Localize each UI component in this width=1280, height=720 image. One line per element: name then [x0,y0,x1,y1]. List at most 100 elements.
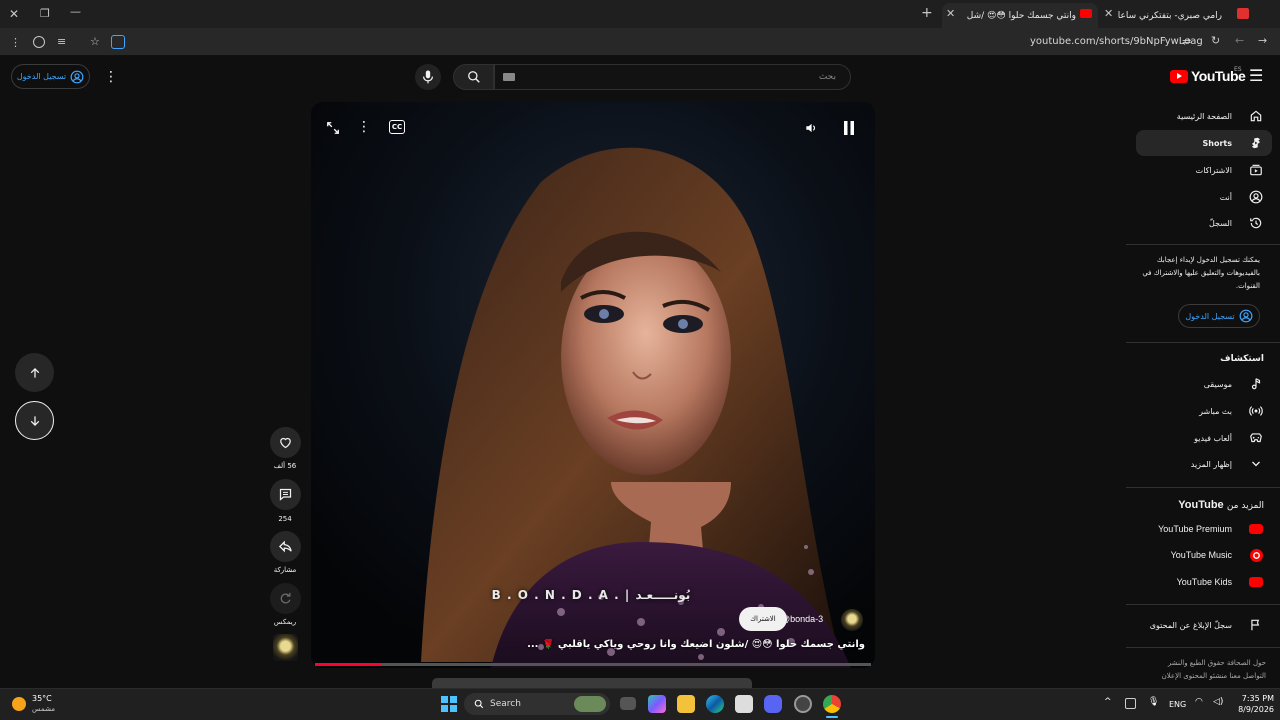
taskbar-search[interactable]: Search [464,693,610,715]
search-placeholder: بحث [818,72,836,82]
sidebar-item-you[interactable]: أنت [1136,184,1272,210]
extension-icon[interactable] [111,35,125,49]
reading-list-icon[interactable]: ≡ [57,36,66,47]
comments-button[interactable] [270,479,301,510]
search-button[interactable] [453,64,494,90]
menu-dots-icon[interactable]: ⋮ [10,37,21,48]
input-language[interactable]: ENG [1169,700,1186,709]
short-caption[interactable]: وانتي جسمك حلوا 😳😍 /شلون اضيعك وانا روحي… [491,639,865,650]
sidebar-item-youtube-premium[interactable]: YouTube Premium [1136,516,1272,542]
sidebar-item-live[interactable]: بث مباشر [1136,398,1272,424]
more-options-icon[interactable]: ⋮ [357,119,371,135]
youtube-logo[interactable]: YouTube ES [1170,66,1246,84]
sidebar-item-label: إظهار المزيد [1190,459,1232,469]
edge-icon[interactable] [706,695,724,713]
task-view-icon[interactable] [620,697,636,710]
sidebar-item-subscriptions[interactable]: الاشتراكات [1136,157,1272,183]
close-window-icon[interactable]: ✕ [9,8,19,20]
forward-icon[interactable]: ← [1235,35,1244,46]
sidebar-divider [1126,647,1280,648]
browser-tab-strip: ✕ ❐ — رامي صبري- بتفتكرني ساعات oud ✕ وا… [0,0,1280,28]
microphone-icon [423,70,433,84]
sidebar-item-show-more[interactable]: إظهار المزيد [1136,451,1272,477]
tray-overflow-icon[interactable]: ^ [1104,697,1112,707]
music-icon [1248,376,1264,392]
sidebar-item-home[interactable]: الصفحة الرئيسية [1136,103,1272,129]
sidebar-divider [1126,342,1280,343]
explore-heading: استكشاف [1220,354,1264,364]
footer-links-2[interactable]: التواصل معنا منشئو المحتوى الإعلان [1136,670,1266,683]
browser-tab-active[interactable]: وانتي جسمك حلوا 😳😍 /شل [942,3,1098,28]
share-icon [278,540,292,553]
reload-icon[interactable]: ↻ [1211,35,1220,46]
microphone-tray-icon[interactable]: 🎙 [1148,697,1159,707]
copilot-icon[interactable] [648,695,666,713]
sidebar-item-history[interactable]: السجلّ [1136,210,1272,236]
sidebar-item-youtube-kids[interactable]: YouTube Kids [1136,569,1272,595]
sidebar-item-label: الصفحة الرئيسية [1176,111,1232,121]
tab-title: رامي صبري- بتفتكرني ساعات oud [1118,10,1222,21]
channel-avatar-small[interactable] [841,609,863,631]
sign-in-button[interactable]: تسجيل الدخول [11,64,90,89]
discord-icon[interactable] [764,695,782,713]
clock[interactable]: 7:35 PM 8/9/2026 [1230,693,1274,715]
app-icon[interactable] [794,695,812,713]
clock-time: 7:35 PM [1241,694,1274,703]
captions-icon[interactable]: CC [389,120,405,134]
voice-search-button[interactable] [415,64,441,90]
search-icon [474,699,484,709]
wifi-icon[interactable]: ◠ [1195,697,1203,707]
settings-menu-icon[interactable]: ⋮ [104,69,118,85]
search-input[interactable]: بحث [494,64,851,90]
tab-close-icon[interactable]: ✕ [946,8,955,19]
pause-icon[interactable] [841,120,857,136]
store-icon[interactable] [735,695,753,713]
tab-close-icon[interactable]: ✕ [1104,8,1113,19]
sidebar-item-gaming[interactable]: ألعاب فيديو [1136,425,1272,451]
heart-icon [280,437,291,449]
video-progress-bar[interactable] [315,663,871,666]
remix-button[interactable] [270,583,301,614]
sidebar-item-youtube-music[interactable]: YouTube Music [1136,542,1272,568]
new-tab-button[interactable]: + [921,6,933,20]
short-video-player[interactable]: ⋮ CC B . O . N . D . A . | بُونـــــعـد … [311,102,875,668]
video-frame [311,102,875,668]
previous-short-button[interactable] [15,353,54,392]
minimize-window-icon[interactable]: — [70,6,81,17]
chrome-icon[interactable] [823,695,841,713]
address-bar-url[interactable]: youtube.com/shorts/9bNpFywLoag [1030,36,1203,47]
keyboard-icon[interactable] [503,73,515,81]
sidebar-item-report-history[interactable]: سجلّ الإبلاغ عن المحتوى [1136,612,1272,638]
volume-tray-icon[interactable]: ◁) [1213,697,1223,707]
restore-window-icon[interactable]: ❐ [40,8,50,19]
volume-icon[interactable] [803,120,819,136]
search-highlight-icon [574,696,606,712]
tray-icon[interactable] [1125,698,1136,709]
footer-links-1[interactable]: حول الصحافة حقوق الطبع والنشر [1136,657,1266,670]
bookmark-star-icon[interactable]: ☆ [90,36,100,47]
browser-tab-inactive[interactable]: رامي صبري- بتفتكرني ساعات oud [1118,3,1230,28]
sidebar-item-label: YouTube Kids [1176,577,1232,587]
share-button[interactable] [270,531,301,562]
sidebar-item-label: السجلّ [1208,218,1232,228]
sidebar-item-shorts[interactable]: Shorts [1136,130,1272,156]
subscribe-button[interactable]: الاشتراك [739,607,787,631]
sidebar-item-label: YouTube Premium [1158,524,1232,534]
fullscreen-icon[interactable] [325,120,341,136]
channel-avatar[interactable] [273,634,298,661]
sidebar-sign-in-button[interactable]: تسجيل الدخول [1178,304,1260,328]
like-button[interactable] [270,427,301,458]
back-icon[interactable]: → [1258,35,1267,46]
sidebar-item-music[interactable]: موسيقى [1136,371,1272,397]
start-button[interactable] [441,696,457,712]
next-short-button[interactable] [15,401,54,440]
weather-widget[interactable]: 35°C مشمس [12,694,55,714]
profile-icon[interactable] [33,36,45,48]
youtube-music-icon [1248,547,1264,563]
partial-overlay-bar [432,678,752,688]
tab-favicon-icon [1080,9,1092,18]
sidebar-item-label: YouTube Music [1170,550,1232,560]
file-explorer-icon[interactable] [677,695,695,713]
channel-handle[interactable]: @bonda-3 [781,614,823,624]
hamburger-menu-icon[interactable]: ☰ [1249,66,1263,85]
